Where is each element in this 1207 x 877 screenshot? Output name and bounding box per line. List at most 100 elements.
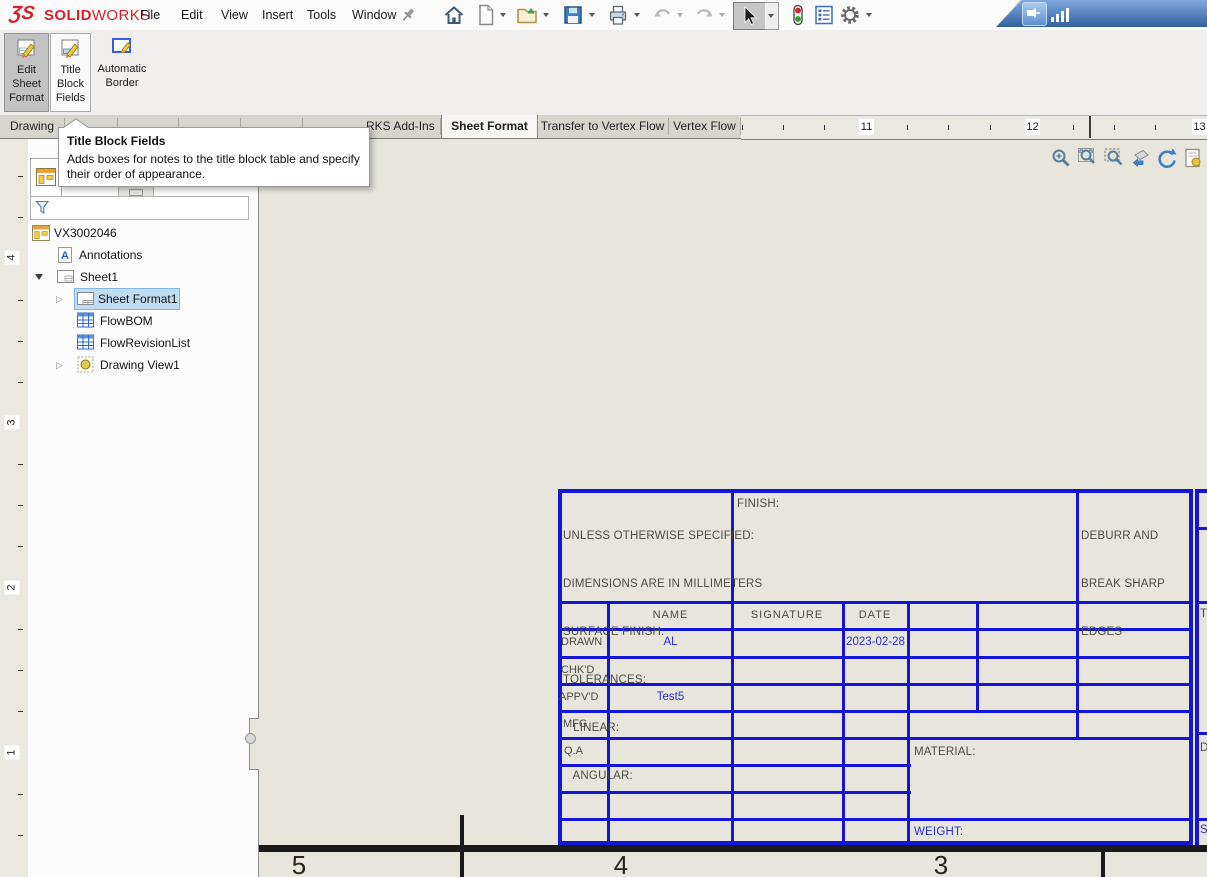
menu-insert[interactable]: Insert — [253, 4, 302, 26]
home-icon[interactable] — [442, 3, 466, 27]
automatic-border-icon — [110, 36, 134, 58]
ruler-tick — [824, 125, 825, 130]
edit-sheet-format-button[interactable]: Edit Sheet Format — [4, 33, 49, 112]
row-label-drawn: DRAWN — [561, 628, 607, 656]
row-label-appvd: APPV'D — [559, 683, 607, 711]
drawing-document-icon — [32, 225, 50, 241]
tab-transfer-to-vertex-flow[interactable]: Transfer to Vertex Flow — [537, 115, 668, 138]
menu-window[interactable]: Window — [343, 4, 405, 26]
expander-closed-icon[interactable]: ▷ — [56, 288, 63, 310]
open-dropdown[interactable] — [543, 13, 549, 17]
tree-item-annotations[interactable]: A Annotations — [28, 244, 256, 266]
taskpane-pin-button[interactable] — [1022, 2, 1047, 26]
previous-view-icon[interactable] — [1129, 147, 1152, 170]
sheet-properties-icon[interactable] — [1182, 147, 1205, 170]
col-header-name: NAME — [610, 601, 731, 629]
menu-file[interactable]: File — [131, 4, 169, 26]
tree-item-sheet-format1[interactable]: ▷ Sheet Format1 — [28, 288, 256, 310]
menu-tools[interactable]: Tools — [298, 4, 345, 26]
tab-sheet-format[interactable]: Sheet Format — [441, 115, 538, 138]
signal-bars-icon[interactable] — [1050, 5, 1072, 23]
expander-closed-icon[interactable]: ▷ — [56, 354, 63, 376]
options-dropdown[interactable] — [866, 13, 872, 17]
menu-edit[interactable]: Edit — [172, 4, 212, 26]
table-line — [907, 601, 910, 845]
tree-item-root[interactable]: VX3002046 — [28, 222, 256, 244]
tab-solidworks-add-ins-partial[interactable]: RKS Add-Ins — [366, 115, 438, 138]
redo-dropdown[interactable] — [719, 13, 725, 17]
sheet-border-line — [258, 845, 1207, 852]
automatic-border-button[interactable]: Automatic Border — [92, 33, 152, 110]
tree-item-sheet1[interactable]: Sheet1 — [28, 266, 256, 288]
ruler-tick — [742, 125, 743, 130]
btn-line: Automatic — [92, 62, 152, 76]
save-icon[interactable] — [561, 3, 585, 27]
note-line: DEBURR AND — [1081, 528, 1165, 544]
solidworks-window: ƷS SOLIDWORKS File Edit View Insert Tool… — [0, 0, 1207, 877]
menu-view[interactable]: View — [212, 4, 257, 26]
print-icon[interactable] — [606, 3, 630, 27]
splitter-grip-icon[interactable] — [245, 733, 256, 744]
ruler-tick — [18, 300, 23, 301]
tree-item-flowbom[interactable]: FlowBOM — [28, 310, 256, 332]
tree-filter-input[interactable] — [30, 196, 249, 220]
new-document-icon[interactable] — [474, 3, 498, 27]
title-block-fields-button[interactable]: Title Block Fields — [50, 33, 91, 112]
zone-number-3: 3 — [922, 850, 960, 877]
tooltip-title-block-fields: Title Block Fields Adds boxes for notes … — [58, 127, 370, 187]
annotations-icon: A — [57, 247, 73, 263]
ruler-tick — [990, 125, 991, 130]
panel-splitter-handle[interactable] — [249, 718, 259, 770]
filter-funnel-icon — [35, 200, 50, 215]
ruler-tick — [18, 546, 23, 547]
featuremanager-tree-icon — [36, 168, 56, 186]
tree-item-drawing-view1[interactable]: ▷ Drawing View1 — [28, 354, 256, 376]
ruler-tick — [948, 125, 949, 130]
btn-line: Edit — [5, 63, 48, 77]
ruler-number: 11 — [859, 119, 874, 135]
tree-item-flowrevisionlist[interactable]: FlowRevisionList — [28, 332, 256, 354]
entry-appvd-name[interactable]: Test5 — [610, 683, 731, 711]
tab-vertex-flow[interactable]: Vertex Flow — [669, 115, 740, 138]
select-tool-dropdown[interactable] — [765, 2, 779, 30]
ruler-tick — [18, 505, 23, 506]
new-document-dropdown[interactable] — [500, 13, 506, 17]
pin-menu-icon[interactable] — [399, 6, 417, 24]
ruler-tick — [1114, 125, 1115, 130]
scale-label-fragment: S — [1200, 822, 1207, 838]
save-dropdown[interactable] — [589, 13, 595, 17]
tab-drawing[interactable]: Drawing — [0, 115, 64, 138]
redo-icon[interactable] — [692, 3, 716, 27]
command-list-icon[interactable] — [812, 3, 836, 27]
finish-label: FINISH: — [737, 496, 779, 512]
zoom-to-area-icon[interactable] — [1103, 147, 1126, 170]
expander-open-icon[interactable] — [35, 274, 43, 280]
redraw-icon[interactable] — [1155, 147, 1178, 170]
tree-item-label: Annotations — [79, 244, 142, 266]
undo-icon[interactable] — [651, 3, 675, 27]
zone-divider-tick — [1101, 852, 1105, 877]
print-dropdown[interactable] — [634, 13, 640, 17]
title-block-fields-icon — [60, 37, 82, 59]
zoom-in-icon[interactable] — [1050, 147, 1073, 170]
zone-number-5: 5 — [280, 850, 318, 877]
entry-drawn-name[interactable]: AL — [610, 628, 731, 656]
zoom-to-fit-icon[interactable] — [1077, 147, 1100, 170]
ruler-tick — [18, 176, 23, 177]
ruler-number: 2 — [5, 581, 20, 595]
table-line — [976, 601, 979, 713]
entry-drawn-date[interactable]: 2023-02-28 — [844, 628, 907, 656]
select-tool-button[interactable] — [733, 2, 766, 30]
options-gear-icon[interactable] — [838, 3, 862, 27]
ruler-tick — [1155, 125, 1156, 130]
table-line — [558, 818, 1193, 821]
sheet-format-icon — [77, 291, 94, 306]
performance-traffic-light-icon[interactable] — [786, 3, 810, 27]
ruler-tick — [18, 464, 23, 465]
undo-dropdown[interactable] — [677, 13, 683, 17]
open-icon[interactable] — [515, 3, 539, 27]
tree-item-label: FlowBOM — [100, 310, 153, 332]
weight-label[interactable]: WEIGHT: — [914, 824, 963, 840]
select-arrow-icon — [737, 4, 761, 28]
drawing-view-icon — [77, 356, 94, 373]
